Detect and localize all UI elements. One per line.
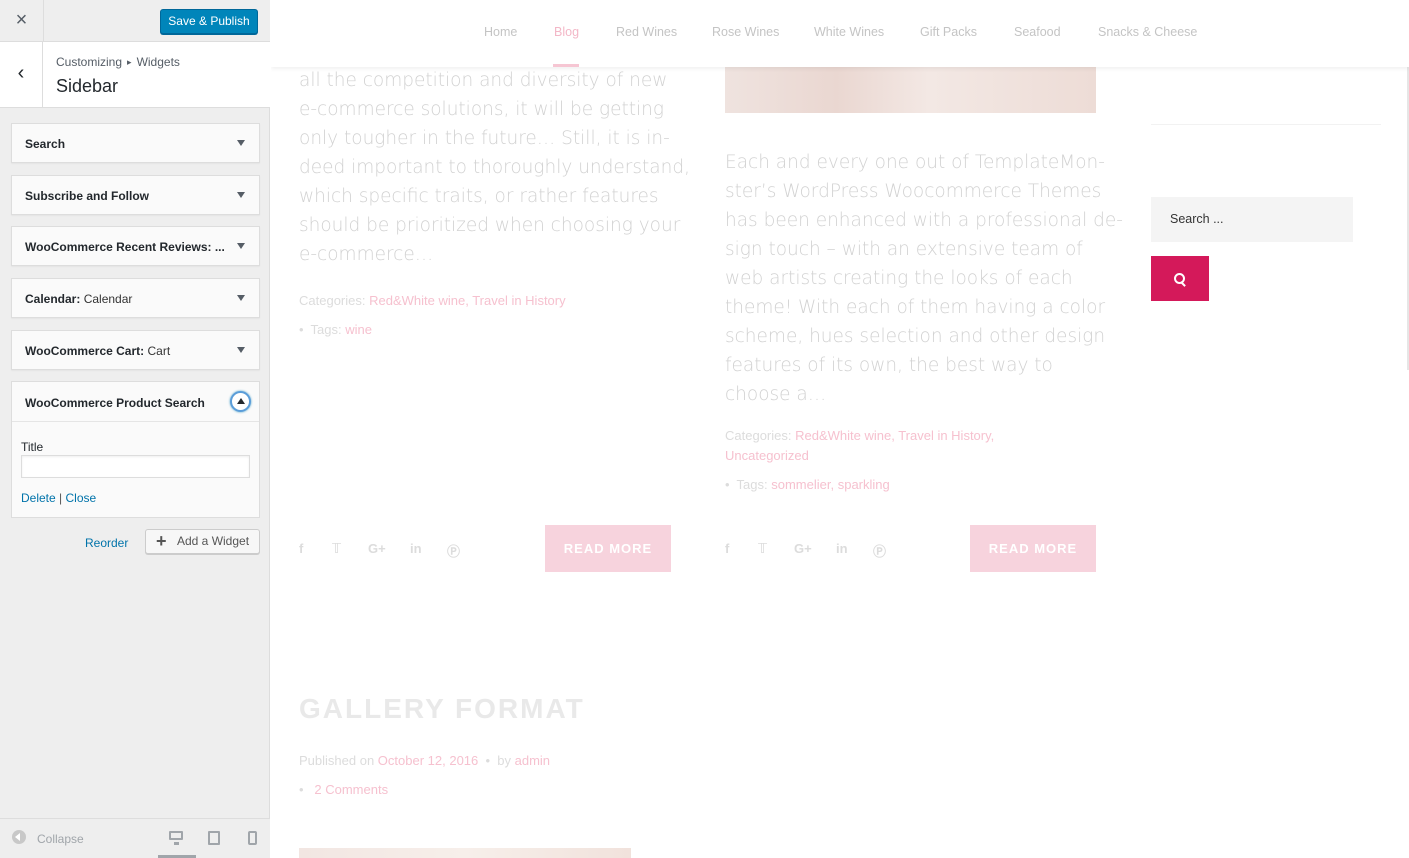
widget-title: WooCommerce Product Search bbox=[25, 396, 205, 410]
title-field[interactable] bbox=[21, 455, 250, 478]
collapse-icon[interactable] bbox=[12, 830, 26, 844]
read-more-button[interactable]: READ MORE bbox=[545, 525, 671, 572]
sidebar-search-input[interactable]: Search ... bbox=[1151, 197, 1353, 242]
post-date-link[interactable]: October 12, 2016 bbox=[378, 753, 478, 768]
title-field-label: Title bbox=[21, 440, 44, 454]
nav-snacks-cheese[interactable]: Snacks & Cheese bbox=[1098, 25, 1197, 39]
nav-seafood[interactable]: Seafood bbox=[1014, 25, 1061, 39]
google-plus-icon[interactable]: G+ bbox=[794, 541, 812, 556]
linkedin-icon[interactable]: in bbox=[410, 541, 422, 556]
gallery-post-title[interactable]: GALLERY FORMAT bbox=[299, 693, 585, 725]
gallery-post-comments: • 2 Comments bbox=[299, 782, 389, 797]
expand-arrow-icon[interactable] bbox=[237, 140, 245, 146]
post1-categories: Categories: Red&White wine, Travel in Hi… bbox=[299, 293, 566, 308]
add-widget-label: Add a Widget bbox=[177, 534, 250, 548]
widget-product-search-header[interactable]: WooCommerce Product Search bbox=[12, 382, 259, 422]
widget-label: Subscribe and Follow bbox=[25, 189, 150, 203]
action-separator: | bbox=[59, 491, 63, 505]
widget-label: Calendar: Calendar bbox=[25, 292, 133, 306]
sidebar-divider bbox=[1151, 124, 1381, 125]
pinterest-icon[interactable]: Ⓟ bbox=[873, 541, 886, 560]
twitter-icon[interactable]: 𝕋 bbox=[332, 541, 341, 557]
widget-subscribe-follow[interactable]: Subscribe and Follow bbox=[11, 175, 260, 215]
nav-home[interactable]: Home bbox=[484, 25, 517, 39]
site-preview: Home Blog Red Wines Rose Wines White Win… bbox=[271, 0, 1409, 858]
customizer-panel: × Save & Publish ‹ Customizing ▸ Widgets S… bbox=[0, 0, 270, 858]
nav-red-wines[interactable]: Red Wines bbox=[616, 25, 677, 39]
customizer-header: × Save & Publish bbox=[0, 0, 270, 42]
widget-search[interactable]: Search bbox=[11, 123, 260, 163]
facebook-icon[interactable]: f bbox=[725, 541, 729, 556]
tablet-preview-icon[interactable] bbox=[208, 831, 220, 845]
category-link-uncategorized[interactable]: Uncategorized bbox=[725, 448, 809, 463]
section-header: ‹ Customizing ▸ Widgets Sidebar bbox=[0, 42, 270, 108]
widget-actions: Delete | Close bbox=[21, 491, 96, 505]
post2-categories: Categories: Red&White wine, Travel in Hi… bbox=[725, 428, 995, 463]
desktop-preview-icon[interactable] bbox=[169, 831, 183, 845]
category-links[interactable]: Red&White wine, Travel in History bbox=[369, 293, 566, 308]
collapse-label[interactable]: Collapse bbox=[37, 832, 84, 846]
add-widget-button[interactable]: + Add a Widget bbox=[145, 529, 260, 554]
category-links[interactable]: Red&White wine, Travel in History, bbox=[795, 428, 994, 443]
close-icon[interactable]: × bbox=[0, 0, 44, 41]
gallery-image bbox=[299, 848, 631, 858]
breadcrumb: Customizing ▸ Widgets bbox=[56, 55, 180, 69]
widget-cart[interactable]: WooCommerce Cart: Cart bbox=[11, 330, 260, 370]
delete-link[interactable]: Delete bbox=[21, 491, 56, 505]
comments-link[interactable]: 2 Comments bbox=[314, 782, 388, 797]
widget-recent-reviews[interactable]: WooCommerce Recent Reviews: ... bbox=[11, 226, 260, 266]
post1-tags: • Tags: wine bbox=[299, 322, 372, 337]
twitter-icon[interactable]: 𝕋 bbox=[758, 541, 767, 557]
search-icon-handle bbox=[1180, 281, 1186, 287]
mobile-preview-icon[interactable] bbox=[248, 831, 257, 845]
expand-arrow-icon[interactable] bbox=[237, 192, 245, 198]
tag-links[interactable]: wine bbox=[345, 322, 372, 337]
google-plus-icon[interactable]: G+ bbox=[368, 541, 386, 556]
nav-rose-wines[interactable]: Rose Wines bbox=[712, 25, 779, 39]
section-title: Sidebar bbox=[56, 76, 119, 96]
expand-arrow-icon[interactable] bbox=[237, 243, 245, 249]
plus-icon: + bbox=[156, 531, 167, 551]
back-arrow-icon[interactable]: ‹ bbox=[0, 42, 43, 107]
widget-label: WooCommerce Cart: Cart bbox=[25, 344, 171, 358]
nav-active-indicator bbox=[553, 64, 579, 67]
expand-arrow-icon[interactable] bbox=[237, 347, 245, 353]
linkedin-icon[interactable]: in bbox=[836, 541, 848, 556]
tag-links[interactable]: sommelier, sparkling bbox=[771, 477, 890, 492]
breadcrumb-widgets: Widgets bbox=[136, 55, 180, 69]
post1-excerpt: all the competition and diversity of new… bbox=[299, 70, 690, 265]
save-publish-button[interactable]: Save & Publish bbox=[160, 9, 258, 34]
read-more-button[interactable]: READ MORE bbox=[970, 525, 1096, 572]
widget-label: Search bbox=[25, 137, 66, 151]
customizer-footer: Collapse bbox=[0, 818, 270, 858]
close-link[interactable]: Close bbox=[66, 491, 97, 505]
breadcrumb-separator-icon: ▸ bbox=[127, 57, 132, 67]
widget-label: WooCommerce Recent Reviews: ... bbox=[25, 240, 225, 254]
expand-arrow-icon[interactable] bbox=[237, 295, 245, 301]
post2-excerpt: Each and every one out of TemplateMon- s… bbox=[725, 152, 1123, 405]
post2-tags: • Tags: sommelier, sparkling bbox=[725, 477, 890, 492]
breadcrumb-customizing: Customizing bbox=[56, 55, 123, 69]
author-link[interactable]: admin bbox=[515, 753, 550, 768]
nav-white-wines[interactable]: White Wines bbox=[814, 25, 884, 39]
nav-blog[interactable]: Blog bbox=[554, 25, 579, 39]
site-navbar: Home Blog Red Wines Rose Wines White Win… bbox=[271, 0, 1409, 67]
facebook-icon[interactable]: f bbox=[299, 541, 303, 556]
gallery-post-meta: Published on October 12, 2016 • by admin bbox=[299, 753, 551, 768]
widget-calendar[interactable]: Calendar: Calendar bbox=[11, 278, 260, 318]
pinterest-icon[interactable]: Ⓟ bbox=[447, 541, 460, 560]
widget-product-search: WooCommerce Product Search Title Delete … bbox=[11, 381, 260, 518]
sidebar-search-button[interactable] bbox=[1151, 256, 1209, 301]
post2-image bbox=[725, 67, 1096, 113]
nav-gift-packs[interactable]: Gift Packs bbox=[920, 25, 977, 39]
collapse-arrow-icon[interactable] bbox=[230, 391, 251, 412]
reorder-link[interactable]: Reorder bbox=[85, 536, 128, 550]
